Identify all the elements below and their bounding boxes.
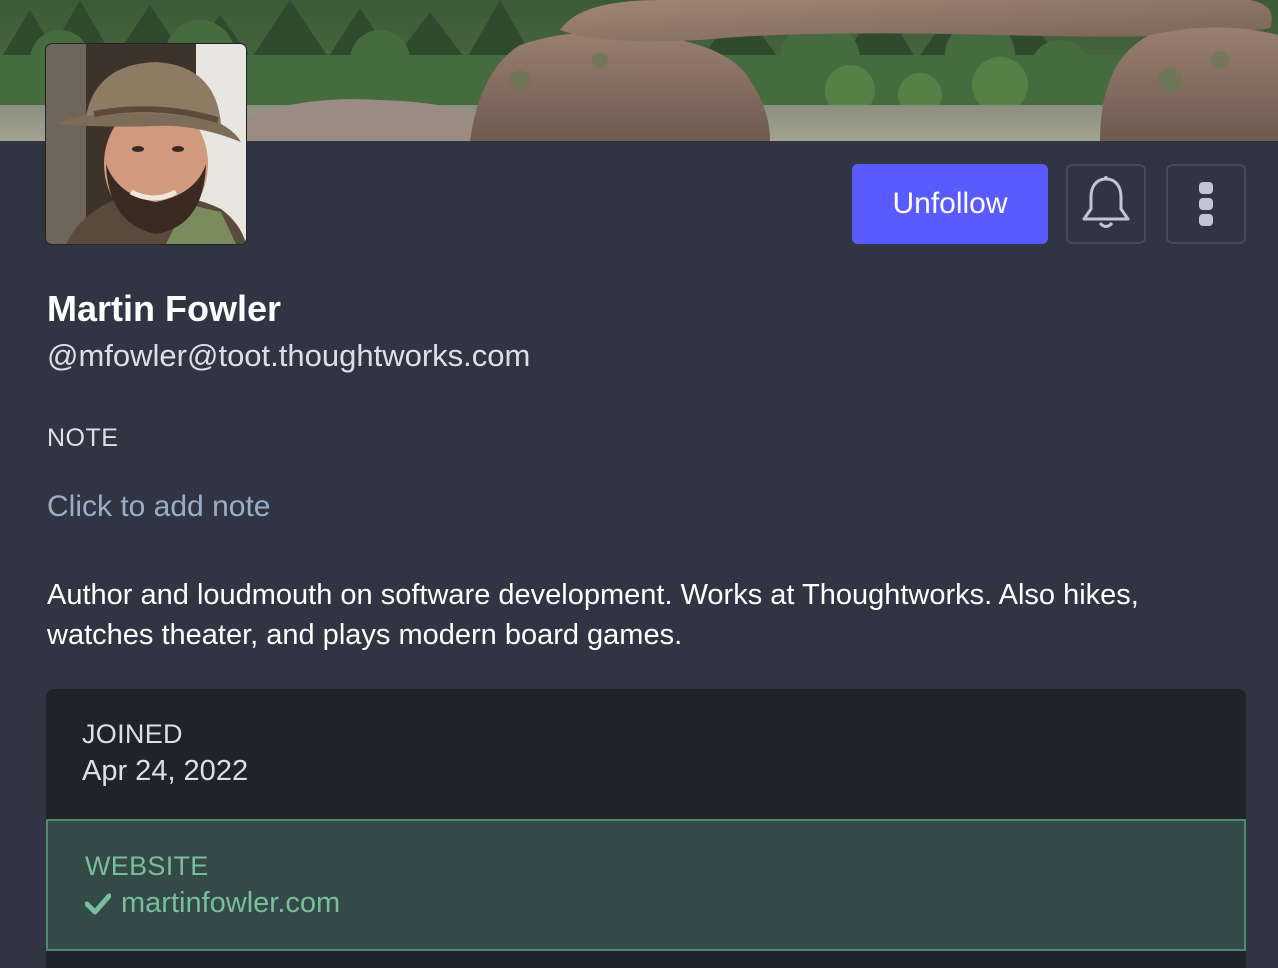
profile-fields: JOINED Apr 24, 2022 WEBSITE martinfowler… [46, 689, 1246, 968]
account-handle: @mfowler@toot.thoughtworks.com [47, 338, 531, 373]
display-name: Martin Fowler [47, 288, 282, 329]
notify-button[interactable] [1066, 164, 1146, 244]
check-icon [85, 893, 111, 915]
note-label: NOTE [47, 424, 119, 452]
field-website-label: WEBSITE [85, 851, 209, 881]
more-options-button[interactable] [1166, 164, 1246, 244]
profile-page: Unfollow Martin Fowler @mfowler@toot.tho… [0, 0, 1278, 968]
field-website-value: martinfowler.com [85, 883, 340, 923]
unfollow-button[interactable]: Unfollow [852, 164, 1048, 244]
note-input[interactable] [47, 490, 747, 524]
avatar[interactable] [46, 44, 246, 244]
field-joined-label: JOINED [82, 719, 183, 749]
field-website: WEBSITE martinfowler.com [46, 819, 1246, 951]
field-joined-value: Apr 24, 2022 [82, 755, 249, 787]
field-joined: JOINED Apr 24, 2022 [82, 717, 248, 791]
profile-bio: Author and loudmouth on software develop… [47, 579, 1139, 651]
bell-icon [1082, 176, 1130, 228]
website-link[interactable]: martinfowler.com [121, 883, 340, 923]
more-vertical-icon [1199, 182, 1213, 226]
